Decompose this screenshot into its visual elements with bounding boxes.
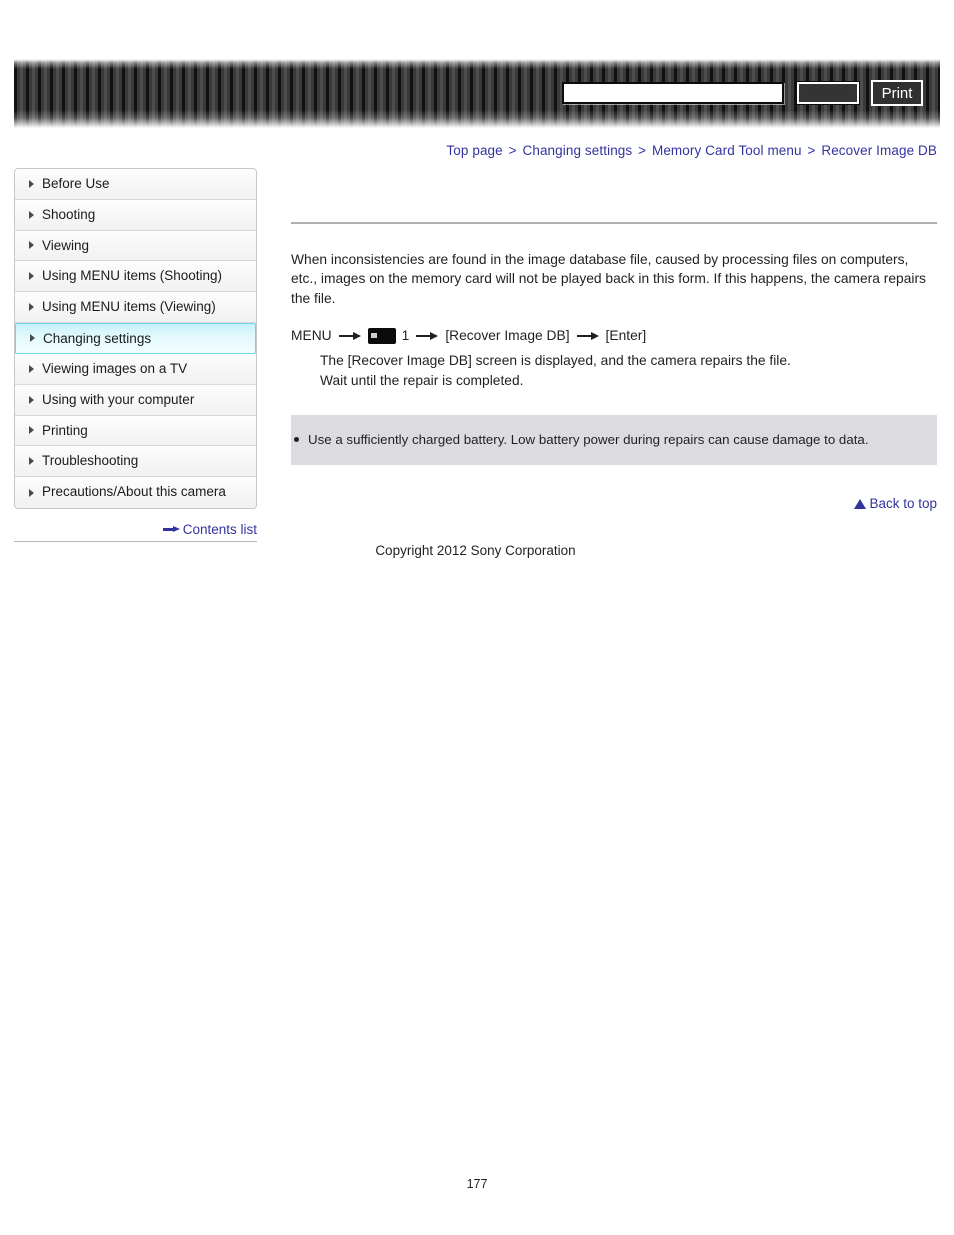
menu-path-start: MENU [291,327,332,343]
sidebar-item-before-use[interactable]: Before Use [15,169,256,200]
triangle-right-icon [29,395,34,404]
note-bullet-text: Use a sufficiently charged battery. Low … [308,432,869,448]
triangle-right-icon [29,210,34,219]
triangle-right-icon [29,272,34,281]
arrow-right-icon [576,331,599,340]
intro-paragraph: When inconsistencies are found in the im… [291,252,926,306]
back-to-top-label: Back to top [869,496,937,512]
arrow-right-icon [162,526,180,533]
page-number: 177 [466,1177,488,1191]
triangle-right-icon [29,426,34,435]
content-divider [291,222,937,224]
sidebar-item-label: Printing [42,422,88,438]
sidebar-item-label: Troubleshooting [42,453,139,469]
sidebar-item-shooting[interactable]: Shooting [15,199,256,231]
sidebar-item-label: Before Use [42,176,110,191]
breadcrumb-separator: > [807,143,816,158]
sidebar-item-changing-settings[interactable]: Changing settings [15,322,256,354]
sidebar-item-printing[interactable]: Printing [15,415,256,447]
sidebar-item-label: Shooting [42,206,96,222]
menu-path-number: 1 [401,327,410,343]
triangle-right-icon [29,241,34,250]
sidebar-item-label: Precautions/About this camera [42,484,226,500]
contents-list-link[interactable]: Contents list [14,522,257,537]
sidebar-item-using-menu-items-shooting[interactable]: Using MENU items (Shooting) [15,261,256,293]
triangle-right-icon [29,488,34,497]
search-input[interactable] [562,82,784,104]
breadcrumb-separator: > [508,143,517,158]
breadcrumb-item-recover-image-db[interactable]: Recover Image DB [821,143,937,158]
sidebar-item-using-menu-items-viewing[interactable]: Using MENU items (Viewing) [15,292,256,323]
search-button[interactable]: Search [797,82,859,104]
menu-path-step-2: [Recover Image DB] [445,327,570,343]
breadcrumb: Top page > Changing settings > Memory Ca… [0,143,937,158]
back-to-top-link[interactable]: Back to top [291,496,937,511]
sidebar-item-label: Viewing images on a TV [42,360,188,376]
menu-path-line: MENU 1 [Recover Image DB] [Enter] [291,326,937,346]
triangle-right-icon [29,179,34,188]
sidebar-item-label: Changing settings [43,330,152,346]
triangle-right-icon [30,334,35,343]
sidebar-item-troubleshooting[interactable]: Troubleshooting [15,446,256,478]
note-bullet-item: Use a sufficiently charged battery. Low … [291,431,937,449]
sidebar-item-label: Using MENU items (Viewing) [42,299,216,315]
sidebar-divider [14,541,257,542]
breadcrumb-item-memory-card-tool-menu[interactable]: Memory Card Tool menu [652,143,802,158]
arrow-right-icon [338,331,361,340]
sidebar: Before Use Shooting Viewing Using MENU i… [14,168,257,509]
copyright-text: Copyright 2012 Sony Corporation [375,543,576,558]
sidebar-item-label: Using with your computer [42,391,195,407]
sidebar-item-viewing[interactable]: Viewing [15,230,256,262]
sidebar-item-precautions-about-this-camera[interactable]: Precautions/About this camera [15,477,256,508]
bullet-dot-icon [294,437,299,443]
main-content: When inconsistencies are found in the im… [291,168,937,511]
triangle-up-icon [854,499,867,510]
header-banner: Search Print [14,58,940,128]
result-line-1: The [Recover Image DB] screen is display… [320,352,791,368]
triangle-right-icon [29,303,34,312]
header-controls: Search Print [14,58,940,128]
sidebar-item-label: Using MENU items (Shooting) [42,268,223,284]
menu-path-step-3: [Enter] [605,327,647,343]
triangle-right-icon [29,364,34,373]
breadcrumb-separator: > [638,143,647,158]
note-box: Use a sufficiently charged battery. Low … [291,415,937,466]
print-button[interactable]: Print [871,80,923,106]
triangle-right-icon [29,457,34,466]
breadcrumb-item-top-page[interactable]: Top page [446,143,502,158]
contents-list-label: Contents list [182,522,257,537]
sidebar-item-using-with-your-computer[interactable]: Using with your computer [15,384,256,416]
arrow-right-icon [416,331,439,340]
memory-card-tool-icon [367,327,396,344]
breadcrumb-item-changing-settings[interactable]: Changing settings [522,143,632,158]
result-line-2: Wait until the repair is completed. [320,373,524,389]
sidebar-item-viewing-images-on-a-tv[interactable]: Viewing images on a TV [15,353,256,385]
sidebar-item-label: Viewing [42,237,90,253]
